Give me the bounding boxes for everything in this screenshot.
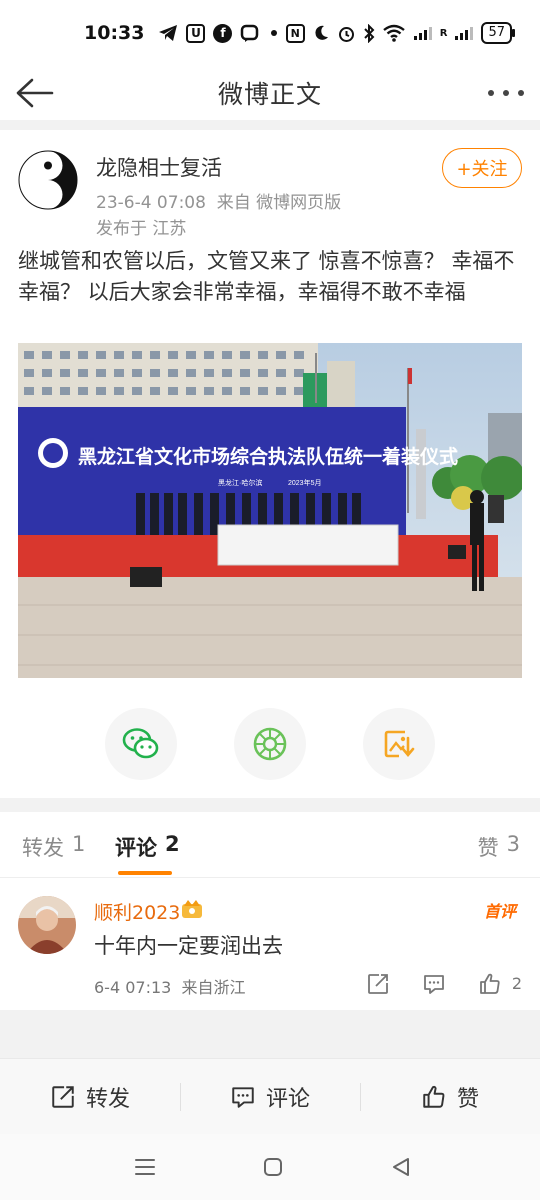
- telegram-icon: [159, 25, 178, 41]
- post-location: 发布于 江苏: [96, 219, 187, 239]
- post-header: 龙隐相士复活 23-6-4 07:08 来自 微博网页版 发布于 江苏 +关注: [0, 140, 540, 240]
- roaming-label: R: [439, 27, 448, 39]
- like-button[interactable]: 赞: [360, 1059, 540, 1134]
- dot-icon: [271, 30, 278, 36]
- alarm-icon: [338, 26, 354, 42]
- post-image[interactable]: 黑龙江省文化市场综合执法队伍统一着装仪式 黑龙江·哈尔滨 2023年5月: [18, 343, 522, 678]
- comment-like-count: 2: [511, 974, 522, 993]
- repost-button[interactable]: 转发: [0, 1059, 180, 1134]
- nfc-icon: N: [285, 23, 305, 43]
- repost-icon: [52, 1085, 74, 1108]
- system-navigation-bar: [0, 1134, 540, 1200]
- banner-title: 黑龙江省文化市场综合执法队伍统一着装仪式: [78, 445, 458, 468]
- active-tab-indicator: [118, 871, 172, 875]
- message-app-icon: [241, 24, 259, 42]
- banner-place: 黑龙江·哈尔滨: [218, 478, 262, 487]
- share-wechat-button[interactable]: [105, 708, 177, 780]
- vip-crown-icon: [182, 900, 202, 918]
- like-label: 赞: [456, 1086, 479, 1112]
- tab-label: 转发: [22, 836, 64, 860]
- share-comment-icon[interactable]: [366, 972, 390, 996]
- menu-icon[interactable]: [132, 1154, 158, 1180]
- tab-reposts[interactable]: 转发 1: [22, 832, 85, 862]
- u-app-icon: U: [186, 23, 206, 43]
- post-text: 继城管和农管以后，文管又来了 惊喜不惊喜？ 幸福不幸福？ 以后大家会非常幸福，幸…: [18, 249, 515, 304]
- tab-label: 评论: [115, 836, 157, 860]
- banner-date: 2023年5月: [288, 478, 321, 487]
- comment-button[interactable]: 评论: [180, 1059, 360, 1134]
- save-image-button[interactable]: [363, 708, 435, 780]
- comment-meta: 6-4 07:13 来自浙江: [94, 978, 246, 997]
- moon-icon: [315, 25, 328, 40]
- moments-icon: [253, 727, 287, 761]
- nav-bar: 微博正文: [0, 66, 540, 120]
- share-moments-button[interactable]: [234, 708, 306, 780]
- save-image-icon: [384, 730, 415, 758]
- commenter-name[interactable]: 顺利2023: [94, 898, 180, 925]
- author-avatar[interactable]: [18, 150, 78, 210]
- comment-tabs: 转发 1 评论 2 赞 3: [0, 812, 540, 878]
- signal-icon-1: [413, 27, 432, 40]
- tab-likes[interactable]: 赞 3: [478, 832, 520, 862]
- back-arrow-icon[interactable]: [14, 72, 56, 114]
- share-row: [0, 708, 540, 782]
- like-comment-icon[interactable]: [478, 972, 502, 996]
- author-name[interactable]: 龙隐相士复活: [96, 152, 222, 182]
- tab-comments[interactable]: 评论 2: [115, 832, 180, 862]
- tab-count: 1: [72, 832, 86, 856]
- comment-icon: [232, 1086, 254, 1108]
- signal-icon-2: [455, 27, 474, 40]
- commenter-avatar[interactable]: [18, 896, 76, 954]
- home-icon[interactable]: [260, 1154, 286, 1180]
- status-time: 10:33: [84, 22, 145, 44]
- battery-indicator: 57: [481, 22, 515, 44]
- like-icon: [423, 1085, 445, 1108]
- first-comment-badge: 首评: [483, 902, 516, 921]
- section-divider: [0, 120, 540, 130]
- comment-label: 评论: [265, 1086, 310, 1112]
- tab-label: 赞: [477, 836, 499, 860]
- more-options-icon[interactable]: [488, 78, 524, 108]
- status-bar: 10:33 U f N R 57: [0, 0, 540, 66]
- repost-label: 转发: [85, 1086, 130, 1112]
- comment-text: 十年内一定要润出去: [94, 934, 283, 958]
- post-meta: 23-6-4 07:08 来自 微博网页版: [96, 193, 342, 213]
- page-title: 微博正文: [217, 80, 322, 109]
- bottom-action-bar: 转发 评论 赞: [0, 1058, 540, 1134]
- reply-comment-icon[interactable]: [422, 972, 446, 996]
- section-divider: [0, 1010, 540, 1058]
- follow-button[interactable]: +关注: [442, 148, 522, 188]
- tab-count: 3: [506, 832, 520, 856]
- wechat-icon: [122, 728, 159, 759]
- back-icon[interactable]: [388, 1154, 414, 1180]
- bluetooth-icon: [364, 23, 375, 43]
- wifi-icon: [383, 24, 405, 42]
- section-divider: [0, 798, 540, 812]
- notification-icons: U f: [158, 23, 278, 43]
- system-icons: N R 57: [285, 22, 515, 44]
- comment-item: 顺利2023 首评 十年内一定要润出去 6-4 07:13 来自浙江 2: [0, 878, 540, 1010]
- facebook-icon: f: [213, 23, 233, 43]
- tab-count: 2: [165, 832, 180, 856]
